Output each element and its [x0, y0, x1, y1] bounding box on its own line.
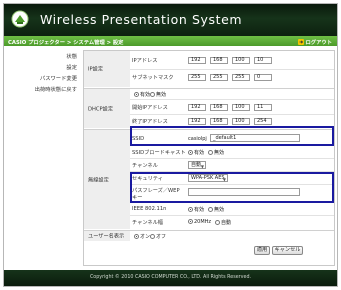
wireless-section-label-cell: 無線設定 — [84, 130, 130, 230]
user-name-on-radio[interactable]: オン — [134, 233, 150, 240]
ieee-80211n-on-label: 有効 — [194, 207, 205, 213]
divider — [130, 215, 334, 216]
logout-icon — [297, 38, 304, 45]
apply-button[interactable]: 適用 — [254, 246, 270, 255]
ieee-80211n-label: IEEE 802.11n — [132, 206, 167, 212]
ip-section: IP設定 IPアドレス 192 168 100 10 サブネットマスク 255 … — [84, 51, 334, 88]
ip-address-octet-1[interactable]: 192 — [188, 57, 206, 64]
radio-selected-icon — [134, 92, 139, 97]
wireless-section-label: 無線設定 — [88, 177, 109, 183]
radio-unselected-icon — [208, 207, 213, 212]
ssid-broadcast-off-radio[interactable]: 無効 — [208, 149, 224, 156]
radio-selected-icon — [188, 150, 193, 155]
dhcp-section-label: DHCP設定 — [88, 106, 114, 112]
dhcp-disable-radio[interactable]: 無効 — [150, 91, 166, 98]
user-name-on-label: オン — [140, 234, 151, 240]
radio-unselected-icon — [150, 92, 155, 97]
ssid-broadcast-off-label: 無効 — [214, 150, 225, 156]
dhcp-end-octet-2[interactable]: 168 — [210, 118, 228, 125]
channel-label: チャンネル — [132, 163, 158, 169]
header-banner: Wireless Presentation System — [4, 4, 337, 36]
sidebar: 状態 設定 パスワード変更 出荷時状態に戻す — [4, 46, 83, 106]
dhcp-enable-radio[interactable]: 有効 — [134, 91, 150, 98]
ip-section-label-cell: IP設定 — [84, 51, 130, 88]
sidebar-item-settings[interactable]: 設定 — [66, 63, 77, 71]
security-highlight-box — [130, 172, 334, 203]
dhcp-end-octet-4[interactable]: 254 — [254, 118, 272, 125]
channel-width-auto-radio[interactable]: 自動 — [215, 219, 231, 226]
dhcp-start-octet-4[interactable]: 11 — [254, 104, 272, 111]
channel-width-label: チャンネル幅 — [132, 220, 163, 226]
ieee-80211n-off-label: 無効 — [214, 207, 225, 213]
radio-unselected-icon — [215, 220, 220, 225]
dhcp-end-octet-1[interactable]: 192 — [188, 118, 206, 125]
radio-selected-icon — [134, 234, 139, 239]
subnet-mask-label: サブネットマスク — [132, 75, 174, 81]
settings-table: IP設定 IPアドレス 192 168 100 10 サブネットマスク 255 … — [83, 50, 335, 266]
ieee-80211n-on-radio[interactable]: 有効 — [188, 206, 204, 213]
dhcp-disable-label: 無効 — [156, 92, 167, 98]
logout-link[interactable]: ログアウト — [297, 38, 333, 46]
app-title: Wireless Presentation System — [40, 12, 243, 27]
radio-unselected-icon — [208, 150, 213, 155]
sidebar-item-password[interactable]: パスワード変更 — [40, 74, 77, 82]
ssid-broadcast-on-label: 有効 — [194, 150, 205, 156]
ieee-80211n-off-radio[interactable]: 無効 — [208, 206, 224, 213]
user-name-section: ユーザー名表示 オン オフ — [84, 231, 334, 242]
channel-width-auto-label: 自動 — [221, 220, 232, 226]
dhcp-end-octet-3[interactable]: 100 — [232, 118, 250, 125]
cancel-button[interactable]: キャンセル — [272, 246, 303, 255]
ip-address-octet-4[interactable]: 10 — [254, 57, 272, 64]
ssid-highlight-box — [130, 126, 334, 146]
subnet-mask-octet-3[interactable]: 255 — [232, 74, 250, 81]
ssid-broadcast-label: SSIDブロードキャスト — [132, 150, 186, 156]
radio-unselected-icon — [150, 234, 155, 239]
sidebar-item-factory-reset[interactable]: 出荷時状態に戻す — [35, 85, 77, 93]
user-name-off-radio[interactable]: オフ — [150, 233, 166, 240]
breadcrumb: CASIO プロジェクター > システム管理 > 設定 — [8, 39, 124, 46]
ip-address-label: IPアドレス — [132, 58, 158, 64]
user-name-off-label: オフ — [156, 234, 167, 240]
app-window: Wireless Presentation System CASIO プロジェク… — [3, 3, 338, 287]
ip-address-octet-3[interactable]: 100 — [232, 57, 250, 64]
divider — [130, 69, 334, 70]
channel-width-20mhz-radio[interactable]: 20MHz — [188, 219, 211, 225]
dhcp-end-label: 終了IPアドレス — [132, 119, 168, 125]
dhcp-start-octet-2[interactable]: 168 — [210, 104, 228, 111]
dhcp-enable-label: 有効 — [140, 92, 151, 98]
subnet-mask-octet-1[interactable]: 255 — [188, 74, 206, 81]
subnet-mask-octet-2[interactable]: 255 — [210, 74, 228, 81]
ip-section-label: IP設定 — [88, 66, 104, 73]
dhcp-section-label-cell: DHCP設定 — [84, 89, 130, 129]
chevron-down-icon: ▼ — [200, 164, 204, 169]
footer: Copyright © 2010 CASIO COMPUTER CO., LTD… — [4, 270, 337, 286]
channel-value: 自動 — [191, 162, 202, 168]
ssid-broadcast-on-radio[interactable]: 有効 — [188, 149, 204, 156]
logout-label: ログアウト — [305, 39, 333, 46]
radio-selected-icon — [188, 207, 193, 212]
dhcp-start-octet-1[interactable]: 192 — [188, 104, 206, 111]
radio-selected-icon — [188, 219, 193, 224]
dhcp-start-octet-3[interactable]: 100 — [232, 104, 250, 111]
user-name-label: ユーザー名表示 — [88, 233, 125, 240]
sidebar-item-status[interactable]: 状態 — [66, 52, 77, 60]
divider — [130, 114, 334, 115]
copyright-text: Copyright © 2010 CASIO COMPUTER CO., LTD… — [89, 275, 252, 280]
divider — [130, 99, 334, 100]
channel-select[interactable]: 自動 ▼ — [188, 161, 206, 169]
dhcp-section: DHCP設定 有効 無効 開始IPアドレス 192 168 100 11 終了I… — [84, 89, 334, 129]
channel-width-20mhz-label: 20MHz — [194, 219, 212, 225]
user-name-label-cell: ユーザー名表示 — [84, 231, 130, 242]
ip-address-octet-2[interactable]: 168 — [210, 57, 228, 64]
subnet-mask-octet-4[interactable]: 0 — [254, 74, 272, 81]
breadcrumb-bar: CASIO プロジェクター > システム管理 > 設定 ログアウト — [4, 36, 337, 46]
dhcp-start-label: 開始IPアドレス — [132, 105, 168, 111]
logo-icon — [11, 10, 29, 28]
divider — [130, 158, 334, 159]
